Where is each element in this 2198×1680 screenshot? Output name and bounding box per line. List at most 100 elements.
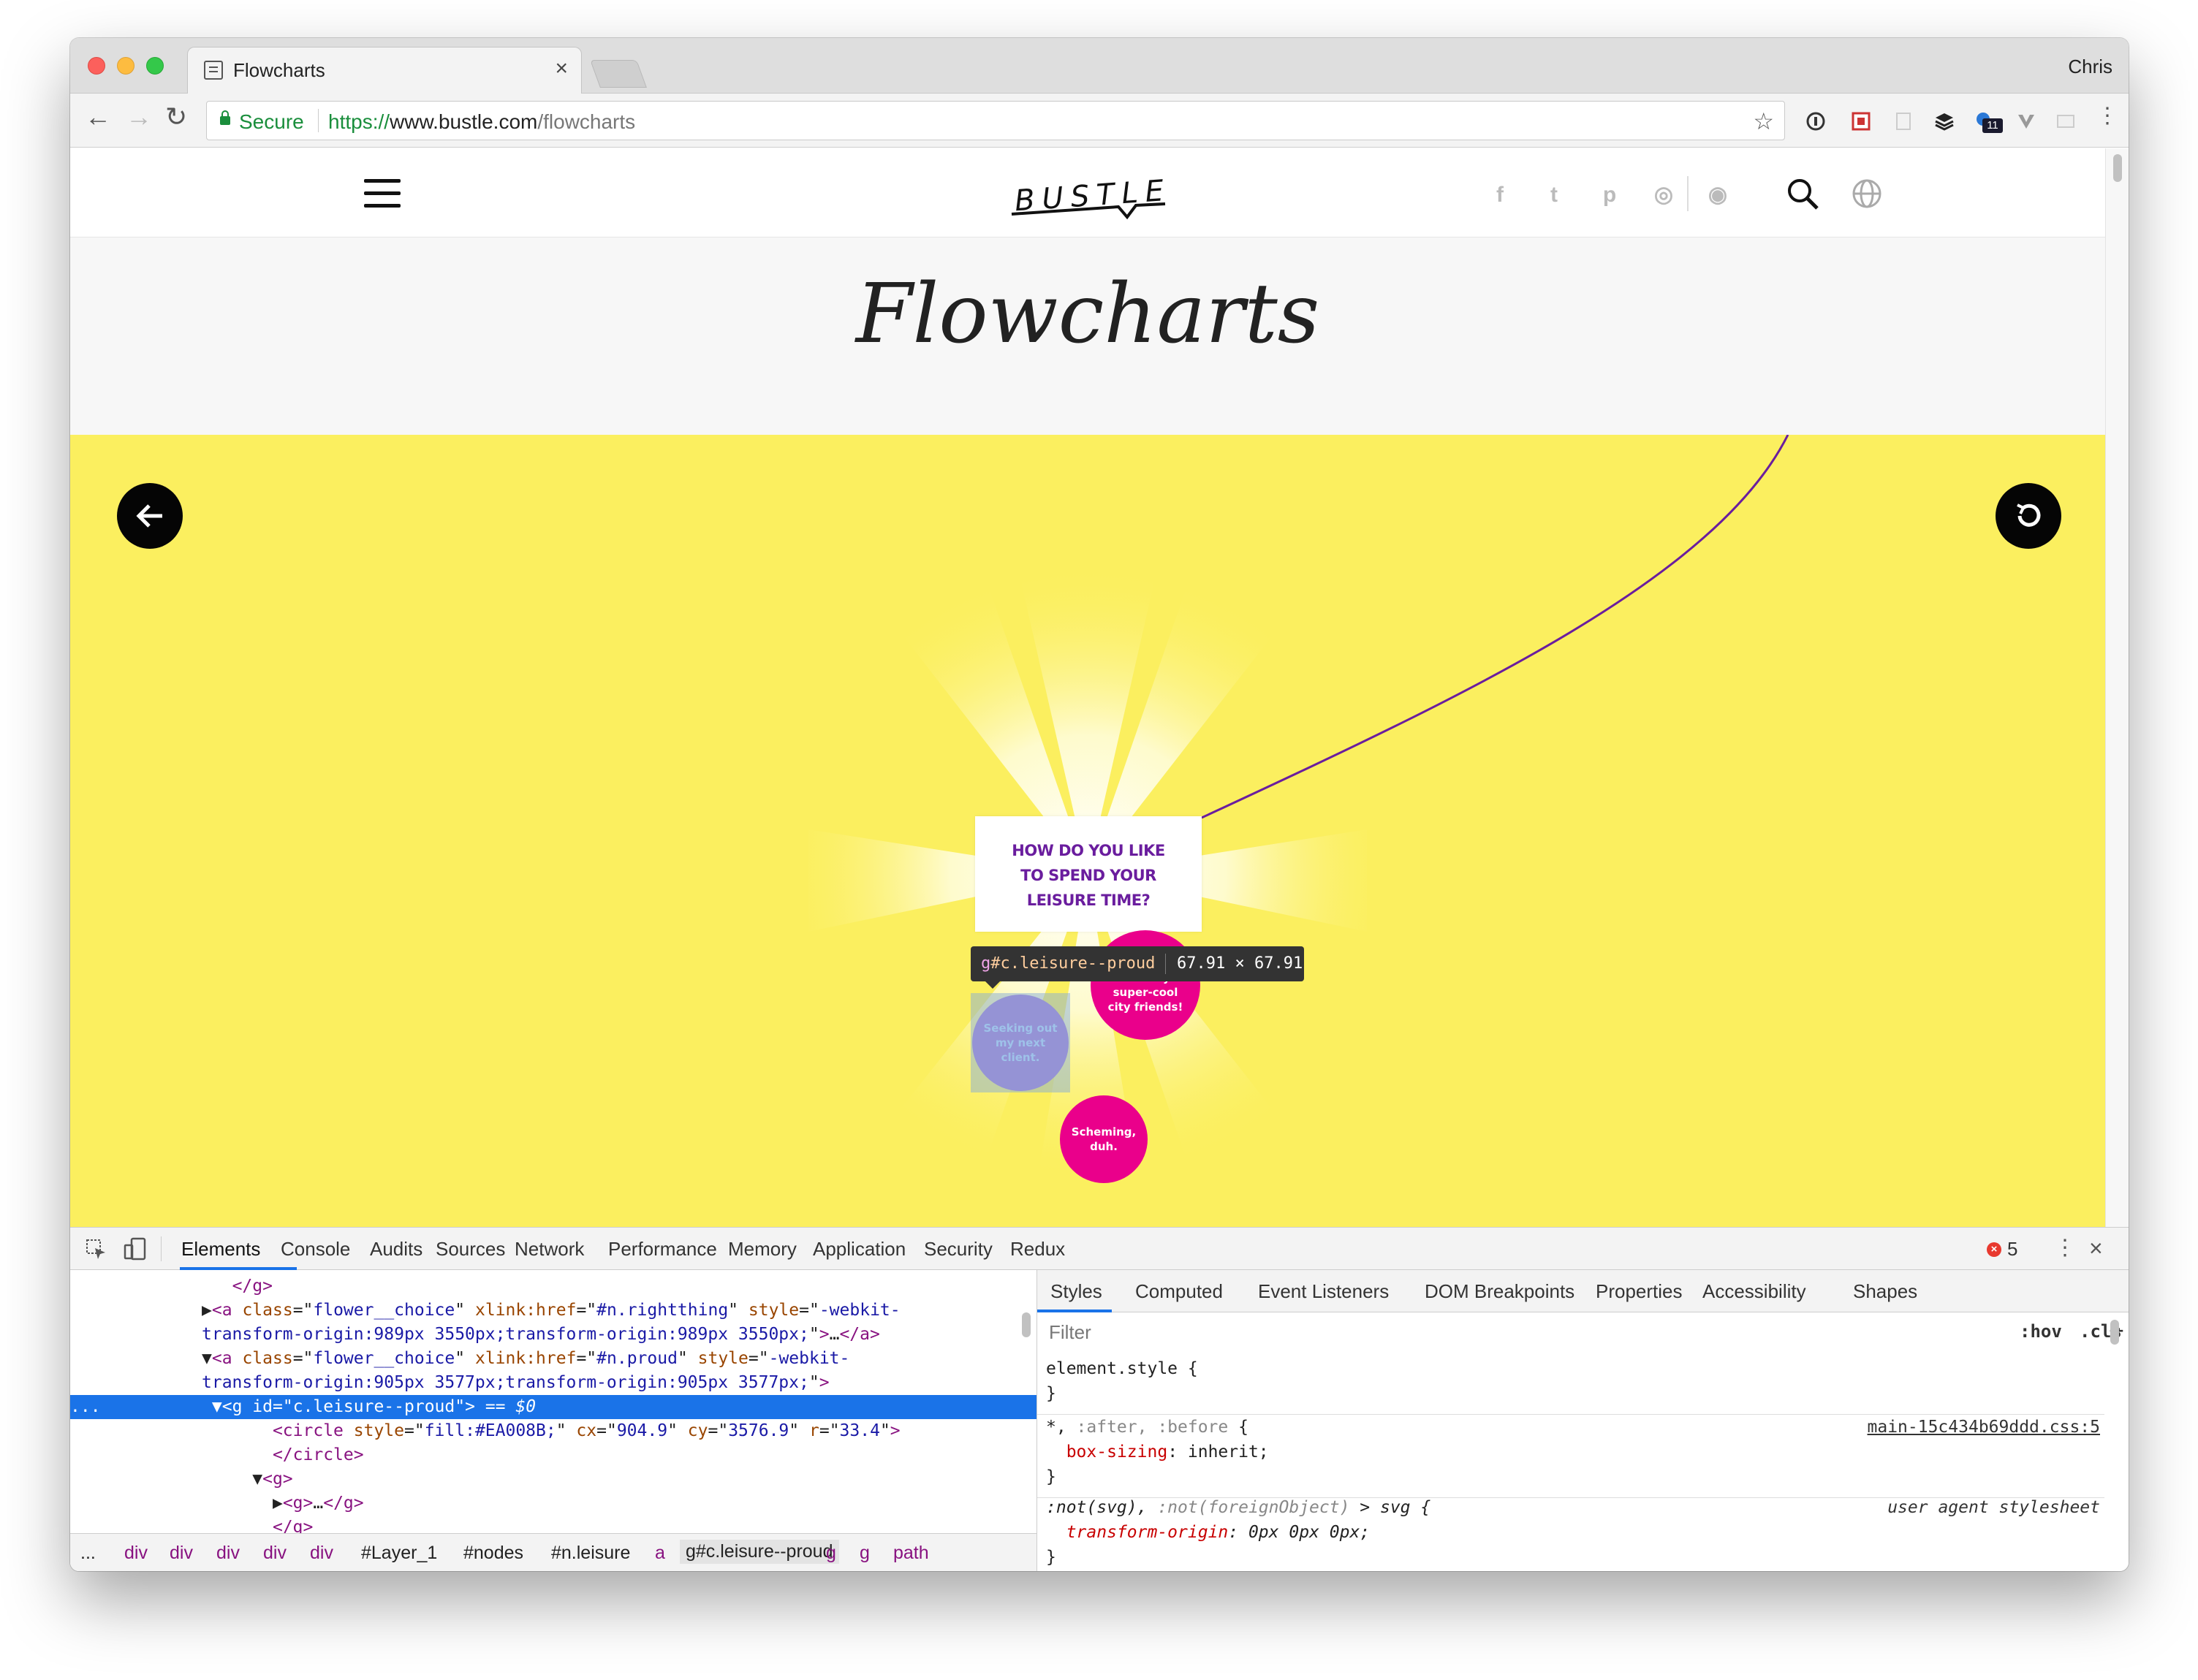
- devtools-tab-audits[interactable]: Audits: [370, 1238, 422, 1261]
- error-icon[interactable]: ×: [1987, 1242, 2001, 1257]
- minimize-window-button[interactable]: [117, 57, 134, 75]
- style-rule-source[interactable]: main-15c434b69ddd.css:5: [1868, 1418, 2101, 1437]
- chart-extension-icon[interactable]: [2055, 111, 2076, 132]
- left-arrow-icon: [136, 504, 162, 528]
- breadcrumb-item[interactable]: path: [893, 1543, 929, 1564]
- notes-extension-icon[interactable]: [1893, 111, 1914, 132]
- v-extension-icon[interactable]: [2016, 111, 2036, 132]
- dom-node[interactable]: <circle style="fill:#EA008B;" cx="904.9"…: [70, 1419, 1037, 1443]
- hover-state-toggle[interactable]: :hov: [2020, 1321, 2062, 1342]
- hamburger-menu-icon[interactable]: [364, 179, 401, 208]
- breadcrumb-item[interactable]: #Layer_1: [361, 1543, 437, 1564]
- breadcrumb-item[interactable]: g: [826, 1543, 836, 1564]
- bookmark-star-icon[interactable]: ☆: [1753, 107, 1774, 135]
- device-toolbar-icon[interactable]: [123, 1236, 148, 1261]
- breadcrumb-item[interactable]: div: [310, 1543, 333, 1564]
- page-scrollbar[interactable]: [2105, 148, 2129, 1227]
- devtools-tab-security[interactable]: Security: [924, 1238, 993, 1261]
- browser-menu-icon[interactable]: ⋮: [2096, 105, 2118, 127]
- breadcrumb-item[interactable]: g#c.leisure--proud: [680, 1540, 839, 1564]
- new-tab-button[interactable]: [590, 60, 647, 88]
- back-button[interactable]: [117, 483, 183, 549]
- question-card: HOW DO YOU LIKE TO SPEND YOUR LEISURE TIME…: [975, 816, 1202, 932]
- devtools-close-icon[interactable]: ×: [2089, 1235, 2103, 1262]
- dom-node[interactable]: </circle>: [70, 1443, 1037, 1467]
- devtools-menu-icon[interactable]: ⋮: [2054, 1235, 2076, 1261]
- browser-tab[interactable]: Flowcharts ×: [187, 47, 582, 94]
- breadcrumb-item[interactable]: #nodes: [463, 1543, 523, 1564]
- error-count[interactable]: 5: [2007, 1238, 2017, 1261]
- styles-tab-accessibility[interactable]: Accessibility: [1702, 1280, 1806, 1303]
- dom-node[interactable]: </g>: [70, 1516, 1037, 1533]
- style-rule[interactable]: *, :after, :before { box-sizing: inherit…: [1037, 1413, 2104, 1498]
- reload-icon[interactable]: ↻: [165, 104, 187, 130]
- address-bar[interactable]: Secure https://www.bustle.com/flowcharts…: [206, 101, 1785, 140]
- close-window-button[interactable]: [88, 57, 105, 75]
- devtools-tab-application[interactable]: Application: [813, 1238, 906, 1261]
- devtools-tab-elements[interactable]: Elements: [181, 1238, 260, 1261]
- layers-extension-icon[interactable]: [1934, 111, 1955, 132]
- devtools-tab-sources[interactable]: Sources: [436, 1238, 505, 1261]
- back-arrow-icon[interactable]: ←: [85, 104, 111, 130]
- facebook-icon[interactable]: f: [1485, 180, 1515, 210]
- breadcrumb-item[interactable]: #n.leisure: [551, 1543, 630, 1564]
- styles-tab-styles[interactable]: Styles: [1050, 1280, 1102, 1303]
- styles-filter-input[interactable]: Filter: [1037, 1312, 1914, 1352]
- style-rule[interactable]: :not(svg), :not(foreignObject) > svg { t…: [1037, 1494, 2104, 1571]
- restart-button[interactable]: [1996, 483, 2061, 549]
- breadcrumb-item[interactable]: a: [655, 1543, 665, 1564]
- dom-node[interactable]: ▶<g>…</g>: [70, 1491, 1037, 1516]
- styles-tab-properties[interactable]: Properties: [1596, 1280, 1683, 1303]
- style-rule-source: user agent stylesheet: [1887, 1498, 2100, 1517]
- breadcrumb-item[interactable]: div: [170, 1543, 193, 1564]
- dom-node[interactable]: ▼<g>: [70, 1467, 1037, 1491]
- breadcrumb-item[interactable]: div: [263, 1543, 287, 1564]
- dom-node-selected[interactable]: ... ▼<g id="c.leisure--proud"> == $0: [70, 1395, 1037, 1419]
- elements-tree[interactable]: </g> ▶<a class="flower__choice" xlink:hr…: [70, 1270, 1037, 1533]
- tab-close-icon[interactable]: ×: [555, 56, 568, 81]
- choice-scheming[interactable]: Scheming, duh.: [1060, 1095, 1148, 1183]
- tracker-extension-icon[interactable]: 11: [1975, 111, 2003, 133]
- browser-toolbar: ← → ↻ Secure https://www.bustle.com/flow…: [70, 94, 2129, 148]
- styles-tab-dom-breakpoints[interactable]: DOM Breakpoints: [1425, 1280, 1574, 1303]
- dom-node[interactable]: transform-origin:989px 3550px;transform-…: [70, 1323, 1037, 1347]
- globe-icon[interactable]: [1849, 176, 1884, 211]
- flowchart-canvas[interactable]: HOW DO YOU LIKE TO SPEND YOUR LEISURE TIME…: [70, 435, 2105, 1227]
- devtools-tab-network[interactable]: Network: [515, 1238, 584, 1261]
- inspect-element-icon[interactable]: [85, 1238, 108, 1261]
- podcast-icon[interactable]: ◉: [1703, 180, 1732, 210]
- breadcrumb-item[interactable]: ...: [80, 1543, 96, 1564]
- pinterest-icon[interactable]: p: [1595, 180, 1624, 210]
- devtools-tab-redux[interactable]: Redux: [1010, 1238, 1065, 1261]
- pdf-extension-icon[interactable]: [1851, 111, 1871, 132]
- styles-tab-event-listeners[interactable]: Event Listeners: [1258, 1280, 1389, 1303]
- zoom-window-button[interactable]: [146, 57, 164, 75]
- question-line: TO SPEND YOUR: [1020, 867, 1156, 884]
- breadcrumb-item[interactable]: g: [860, 1543, 870, 1564]
- url-text[interactable]: https://www.bustle.com/flowcharts: [328, 110, 635, 134]
- twitter-icon[interactable]: t: [1539, 180, 1569, 210]
- breadcrumb-item[interactable]: div: [216, 1543, 240, 1564]
- profile-name[interactable]: Chris: [2068, 56, 2112, 78]
- instagram-icon[interactable]: ◎: [1649, 180, 1678, 210]
- flow-connector-line: [1201, 435, 1789, 819]
- dom-node[interactable]: </g>: [70, 1274, 1037, 1299]
- breadcrumb-item[interactable]: div: [124, 1543, 148, 1564]
- dom-node[interactable]: transform-origin:905px 3577px;transform-…: [70, 1371, 1037, 1395]
- dom-node[interactable]: ▶<a class="flower__choice" xlink:href="#…: [70, 1299, 1037, 1323]
- styles-scrollbar-thumb[interactable]: [2110, 1320, 2119, 1345]
- password-manager-icon[interactable]: [1805, 111, 1826, 132]
- forward-arrow-icon[interactable]: →: [126, 104, 152, 130]
- dom-node[interactable]: ▼<a class="flower__choice" xlink:href="#…: [70, 1347, 1037, 1371]
- search-icon[interactable]: [1785, 176, 1820, 211]
- styles-tab-shapes[interactable]: Shapes: [1853, 1280, 1917, 1303]
- devtools-tab-console[interactable]: Console: [281, 1238, 350, 1261]
- styles-tab-computed[interactable]: Computed: [1135, 1280, 1223, 1303]
- style-rule[interactable]: element.style {}: [1037, 1355, 2104, 1415]
- devtools-tab-memory[interactable]: Memory: [728, 1238, 797, 1261]
- elements-scrollbar-thumb[interactable]: [1022, 1312, 1031, 1337]
- devtools-tab-performance[interactable]: Performance: [608, 1238, 717, 1261]
- choice-label: Scheming, duh.: [1071, 1125, 1137, 1153]
- bustle-logo[interactable]: BUSTLE: [1009, 163, 1177, 229]
- page-scrollbar-thumb[interactable]: [2113, 154, 2122, 182]
